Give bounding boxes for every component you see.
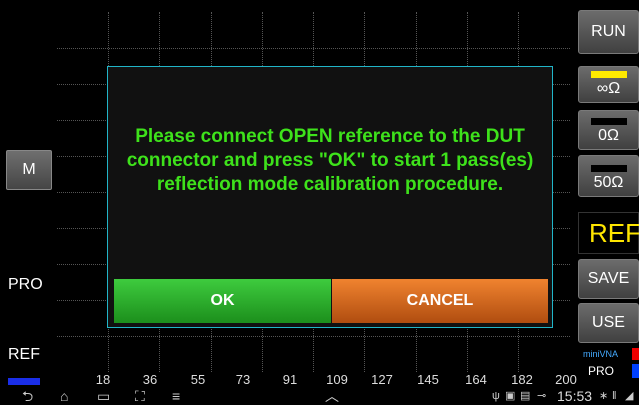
short-swatch bbox=[590, 118, 627, 125]
app-icon: ▤ bbox=[520, 390, 531, 402]
use-button[interactable]: USE bbox=[578, 303, 639, 343]
system-navbar: ⮌ ⌂ ▭ ⛶ ≡ ︿ ψ ▣ ▤ ⊸ 15:53 ∗ ǁ ◢ bbox=[0, 388, 639, 405]
recents-icon[interactable]: ▭ bbox=[97, 388, 110, 405]
home-icon[interactable]: ⌂ bbox=[60, 388, 68, 405]
screenshot-icon[interactable]: ⛶ bbox=[135, 388, 145, 405]
x-tick-label: 109 bbox=[326, 372, 348, 387]
x-tick-label: 200 bbox=[555, 372, 577, 387]
grid-line bbox=[57, 336, 570, 337]
chevron-up-icon[interactable]: ︿ bbox=[325, 388, 339, 405]
ref-indicator: REF bbox=[578, 212, 639, 254]
dialog-message: Please connect OPEN reference to the DUT… bbox=[126, 126, 534, 195]
load-swatch bbox=[590, 165, 627, 172]
calibration-dialog: Please connect OPEN reference to the DUT… bbox=[107, 66, 553, 328]
usb-icon: ψ bbox=[492, 390, 500, 402]
vibrate-icon: ǁ bbox=[612, 390, 617, 402]
short-cal-button[interactable]: 0Ω bbox=[578, 110, 639, 150]
menu-icon[interactable]: ≡ bbox=[172, 388, 180, 405]
key-icon: ⊸ bbox=[537, 390, 547, 402]
grid-line bbox=[57, 48, 570, 49]
open-cal-button[interactable]: ∞Ω bbox=[578, 66, 639, 103]
pro-button[interactable]: PRO bbox=[8, 276, 43, 294]
trace-color-indicator bbox=[8, 378, 40, 385]
x-tick-label: 91 bbox=[282, 372, 298, 387]
x-tick-label: 55 bbox=[190, 372, 206, 387]
status-indicator-blue bbox=[632, 364, 639, 378]
signal-icon: ◢ bbox=[625, 390, 634, 402]
ref-button[interactable]: REF bbox=[8, 346, 40, 364]
pro-tag: PRO bbox=[588, 364, 615, 378]
cancel-button[interactable]: CANCEL bbox=[332, 279, 548, 323]
ok-button[interactable]: OK bbox=[114, 279, 331, 323]
save-button[interactable]: SAVE bbox=[578, 259, 639, 299]
x-tick-label: 18 bbox=[95, 372, 111, 387]
minivna-label: miniVNA bbox=[583, 349, 619, 359]
marker-button[interactable]: M bbox=[6, 150, 52, 190]
x-tick-label: 164 bbox=[465, 372, 487, 387]
open-swatch bbox=[590, 71, 627, 78]
status-clock: 15:53 bbox=[557, 388, 593, 404]
run-button[interactable]: RUN bbox=[578, 10, 639, 54]
x-tick-label: 73 bbox=[235, 372, 251, 387]
x-tick-label: 36 bbox=[142, 372, 158, 387]
x-tick-label: 145 bbox=[417, 372, 439, 387]
open-cal-label: ∞Ω bbox=[596, 80, 621, 97]
back-icon[interactable]: ⮌ bbox=[22, 388, 33, 405]
status-indicator-red bbox=[632, 348, 639, 360]
x-tick-label: 182 bbox=[511, 372, 533, 387]
gallery-icon: ▣ bbox=[505, 390, 516, 402]
x-tick-label: 127 bbox=[371, 372, 393, 387]
short-cal-label: 0Ω bbox=[598, 127, 619, 144]
load-cal-label: 50Ω bbox=[593, 174, 624, 191]
bluetooth-icon: ∗ bbox=[599, 390, 609, 402]
load-cal-button[interactable]: 50Ω bbox=[578, 155, 639, 197]
